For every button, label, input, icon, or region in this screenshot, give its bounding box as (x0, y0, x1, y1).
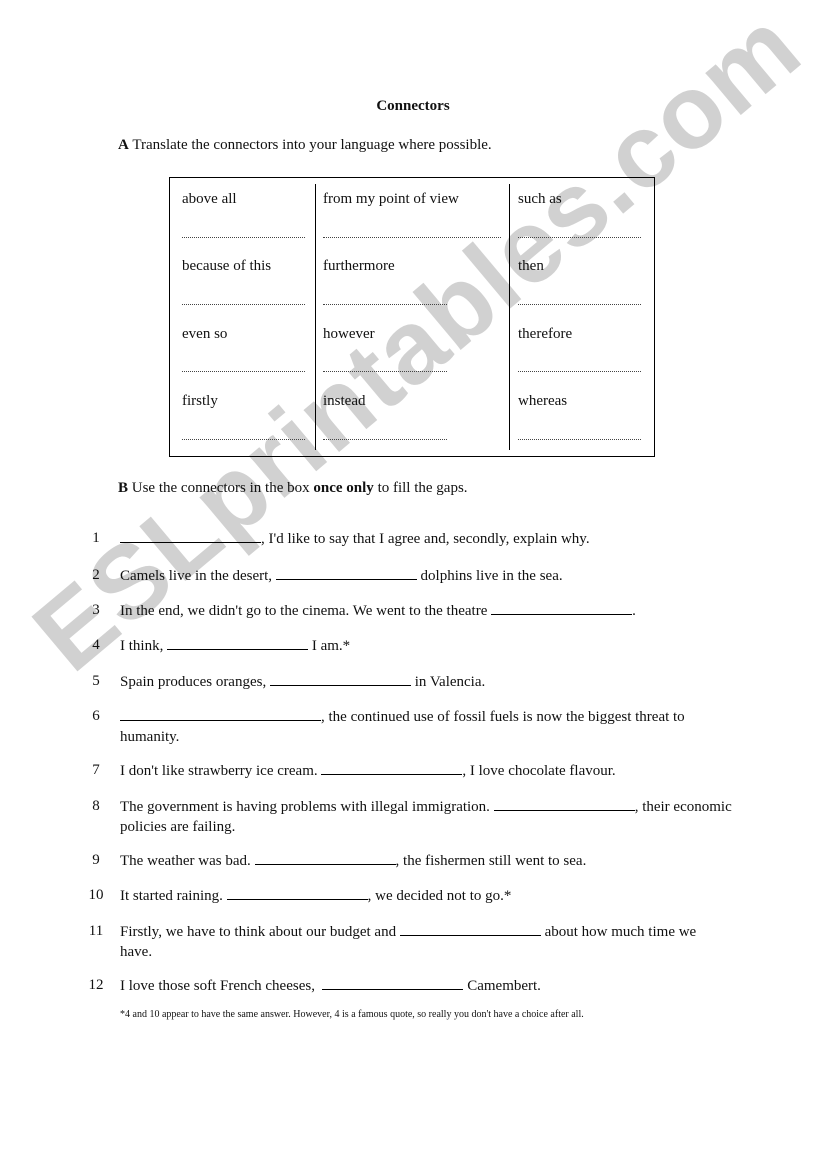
question-number: 11 (88, 923, 104, 939)
answer-blank[interactable] (493, 796, 635, 811)
section-b-text-end: to fill the gaps. (373, 480, 468, 496)
question-number: 7 (92, 762, 100, 778)
connectors-box: above all because of this even so firstl… (169, 177, 655, 457)
question-number: 2 (92, 567, 100, 583)
column-divider (509, 184, 510, 450)
connector-word: even so (182, 326, 228, 342)
question-number: 5 (92, 673, 100, 689)
answer-blank[interactable] (399, 921, 541, 936)
connector-word: firstly (182, 393, 218, 409)
connector-word: from my point of view (323, 191, 459, 207)
translation-line[interactable] (518, 371, 641, 372)
question-number: 9 (92, 852, 100, 868)
translation-line[interactable] (518, 237, 641, 238)
section-b-letter: B (118, 480, 129, 496)
question-number: 6 (92, 708, 100, 724)
question-text-after: I am.* (308, 638, 351, 654)
answer-blank[interactable] (491, 600, 633, 615)
answer-blank[interactable] (321, 760, 463, 775)
connector-word: such as (518, 191, 562, 207)
translation-line[interactable] (182, 304, 305, 305)
column-divider (315, 184, 316, 450)
translation-line[interactable] (518, 304, 641, 305)
answer-blank[interactable] (275, 565, 417, 580)
question-text: , I'd like to say that I agree and, seco… (120, 528, 732, 549)
answer-blank[interactable] (322, 975, 464, 990)
translation-line[interactable] (518, 439, 641, 440)
connector-word: furthermore (323, 258, 395, 274)
translation-line[interactable] (182, 371, 305, 372)
question-text-before: The government is having problems with i… (120, 799, 494, 815)
question-text-after: . (632, 603, 636, 619)
question-number: 10 (88, 887, 104, 903)
section-b-instruction: B Use the connectors in the box once onl… (118, 480, 468, 497)
translation-line[interactable] (182, 439, 305, 440)
translation-line[interactable] (323, 439, 447, 440)
translation-line[interactable] (182, 237, 305, 238)
section-a-instruction: A Translate the connectors into your lan… (118, 137, 492, 154)
question-text-after: , I love chocolate flavour. (462, 763, 616, 779)
question-text: I don't like strawberry ice cream. , I l… (120, 760, 732, 781)
answer-blank[interactable] (226, 885, 368, 900)
question-text-after: dolphins live in the sea. (416, 568, 563, 584)
question-text-before: In the end, we didn't go to the cinema. … (120, 603, 492, 619)
connector-word: whereas (518, 393, 568, 409)
connector-word: above all (182, 191, 237, 207)
worksheet-content: Connectors A Translate the connectors in… (0, 0, 821, 1169)
question-text: , the continued use of fossil fuels is n… (120, 706, 732, 747)
answer-blank[interactable] (254, 850, 396, 865)
connector-word: then (518, 258, 544, 274)
question-text: The government is having problems with i… (120, 796, 732, 837)
question-text: In the end, we didn't go to the cinema. … (120, 600, 732, 621)
question-text-before: It started raining. (120, 888, 227, 904)
question-number: 4 (92, 637, 100, 653)
question-text-before: Spain produces oranges, (120, 674, 270, 690)
question-text: Camels live in the desert, dolphins live… (120, 565, 732, 586)
question-text-after: , I'd like to say that I agree and, seco… (261, 531, 590, 547)
question-number: 3 (92, 602, 100, 618)
question-text: I love those soft French cheeses, Camemb… (120, 975, 732, 996)
question-text: Spain produces oranges, in Valencia. (120, 671, 732, 692)
question-number: 8 (92, 798, 100, 814)
question-text-after: , the fishermen still went to sea. (395, 853, 587, 869)
worksheet-page: ESLprintables.com Connectors A Translate… (0, 0, 821, 1169)
question-text: It started raining. , we decided not to … (120, 885, 732, 906)
section-a-text: Translate the connectors into your langu… (128, 137, 492, 153)
section-a-letter: A (118, 137, 129, 153)
connector-word: however (323, 326, 375, 342)
question-text: The weather was bad. , the fishermen sti… (120, 850, 732, 871)
translation-line[interactable] (323, 237, 501, 238)
question-text: Firstly, we have to think about our budg… (120, 921, 732, 962)
answer-blank[interactable] (269, 671, 411, 686)
question-text-before: Camels live in the desert, (120, 568, 276, 584)
translation-line[interactable] (323, 371, 447, 372)
footnote: *4 and 10 appear to have the same answer… (120, 1009, 584, 1020)
question-text-after: , we decided not to go.* (367, 888, 512, 904)
answer-blank[interactable] (120, 706, 321, 721)
question-text-before: The weather was bad. (120, 853, 255, 869)
question-text-after: in Valencia. (410, 674, 486, 690)
question-text-before: I think, (120, 638, 168, 654)
connector-word: therefore (518, 326, 573, 342)
answer-blank[interactable] (120, 528, 261, 543)
page-title: Connectors (376, 98, 450, 114)
connector-word: instead (323, 393, 366, 409)
question-text-before: Firstly, we have to think about our budg… (120, 924, 400, 940)
question-number: 12 (88, 977, 104, 993)
question-text-before: I don't like strawberry ice cream. (120, 763, 322, 779)
question-text-after: Camembert. (463, 978, 541, 994)
answer-blank[interactable] (167, 635, 309, 650)
question-text: I think, I am.* (120, 635, 732, 656)
question-text-before: I love those soft French cheeses, (120, 978, 323, 994)
question-number: 1 (92, 530, 100, 546)
section-b-emphasis: once only (313, 480, 374, 496)
translation-line[interactable] (323, 304, 447, 305)
connector-word: because of this (182, 258, 272, 274)
section-b-text: Use the connectors in the box (128, 480, 314, 496)
